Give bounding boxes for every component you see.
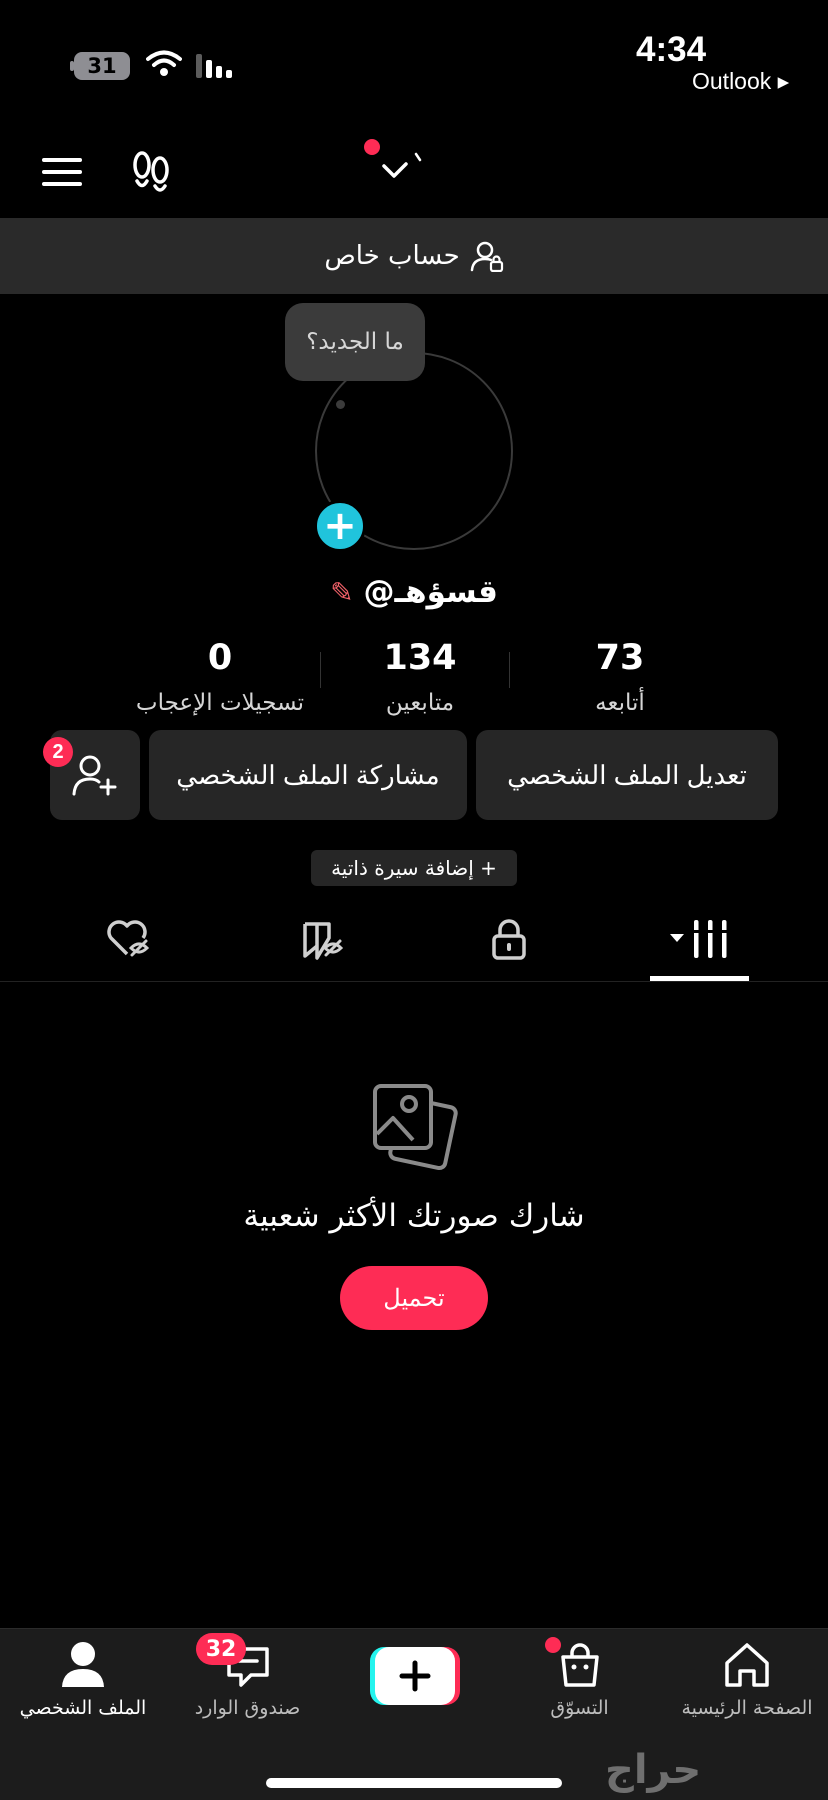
tab-videos[interactable]: [660, 918, 740, 962]
private-account-icon: [470, 241, 503, 272]
empty-state-title: شارك صورتك الأكثر شعبية: [243, 1198, 585, 1234]
liked-hidden-icon: [107, 920, 150, 957]
status-bar: 31 4:34 Outlook ▸: [0, 0, 828, 110]
grid-icon: [670, 920, 730, 958]
nav-inbox-label: صندوق الوارد: [194, 1697, 301, 1719]
watermark: حراج: [605, 1747, 702, 1793]
friend-suggestions-badge: 2: [43, 737, 73, 767]
following-count: 73: [595, 638, 645, 678]
nav-shop[interactable]: التسوّق: [522, 1641, 637, 1719]
story-prompt-bubble[interactable]: ما الجديد؟: [285, 303, 425, 381]
private-account-label: حساب خاص: [324, 241, 460, 271]
profile-tabs: [0, 900, 828, 982]
repost-hidden-icon: [303, 922, 344, 960]
wifi-icon: [146, 50, 182, 76]
tab-reposts[interactable]: [282, 918, 362, 962]
stat-divider: [320, 652, 321, 688]
menu-icon[interactable]: [42, 156, 82, 188]
tab-liked[interactable]: [88, 918, 168, 962]
plus-icon: +: [323, 503, 357, 549]
add-friend-button[interactable]: 2: [43, 730, 140, 820]
profile-stats: 0 تسجيلات الإعجاب 134 متابعين 73 أتابعه: [120, 638, 720, 718]
add-friend-icon: [72, 755, 117, 796]
profile-icon: [62, 1642, 104, 1687]
add-bio-button[interactable]: + إضافة سيرة ذاتية: [311, 850, 517, 886]
following-label: أتابعه: [595, 690, 645, 716]
empty-state: [0, 1080, 828, 1176]
likes-label: تسجيلات الإعجاب: [135, 690, 305, 716]
profile-actions: 2 مشاركة الملف الشخصي تعديل الملف الشخصي: [43, 730, 778, 820]
home-indicator[interactable]: [266, 1778, 562, 1788]
nav-shop-label: التسوّق: [550, 1697, 609, 1719]
nav-profile[interactable]: الملف الشخصي: [18, 1641, 148, 1719]
bottom-nav: الملف الشخصي صندوق الوارد 32 التسوّق الص…: [0, 1628, 828, 1800]
stat-following[interactable]: 73 أتابعه: [520, 638, 720, 718]
likes-count: 0: [207, 638, 233, 678]
battery-indicator: 31: [74, 52, 130, 80]
nav-home[interactable]: الصفحة الرئيسية: [672, 1641, 822, 1719]
inbox-badge: 32: [196, 1633, 246, 1665]
status-time: 4:34: [636, 30, 707, 69]
notification-dot: [364, 139, 380, 155]
stat-followers[interactable]: 134 متابعين: [320, 638, 520, 718]
followers-label: متابعين: [385, 690, 455, 716]
tab-private[interactable]: [469, 918, 549, 962]
add-story-button[interactable]: +: [314, 500, 366, 552]
create-button[interactable]: [370, 1647, 460, 1707]
upload-button[interactable]: تحميل: [340, 1266, 488, 1330]
home-icon: [725, 1643, 769, 1687]
edit-profile-button[interactable]: تعديل الملف الشخصي: [476, 730, 778, 820]
private-account-banner: حساب خاص: [0, 218, 828, 294]
shopping-bag-icon: [560, 1643, 599, 1687]
footprint-icon[interactable]: [130, 150, 174, 194]
username-row: ✎ @قسؤهـ: [0, 568, 828, 616]
top-nav: [0, 120, 828, 220]
active-tab-indicator: [650, 976, 749, 981]
nav-profile-label: الملف الشخصي: [19, 1697, 147, 1719]
share-profile-button[interactable]: مشاركة الملف الشخصي: [149, 730, 467, 820]
back-to-app-link[interactable]: Outlook ▸: [692, 68, 789, 95]
chevron-down-icon[interactable]: [380, 150, 428, 186]
nav-home-label: الصفحة الرئيسية: [681, 1697, 813, 1719]
story-prompt-bubble-tail: [336, 400, 345, 409]
plus-icon: [370, 1647, 460, 1705]
pencil-icon[interactable]: ✎: [330, 576, 353, 609]
followers-count: 134: [383, 638, 457, 678]
stat-divider: [509, 652, 510, 688]
cellular-signal-icon: [196, 54, 232, 78]
lock-icon: [492, 919, 526, 960]
photo-stack-icon: [373, 1084, 458, 1171]
stat-likes[interactable]: 0 تسجيلات الإعجاب: [120, 638, 320, 718]
username: @قسؤهـ: [363, 574, 498, 610]
